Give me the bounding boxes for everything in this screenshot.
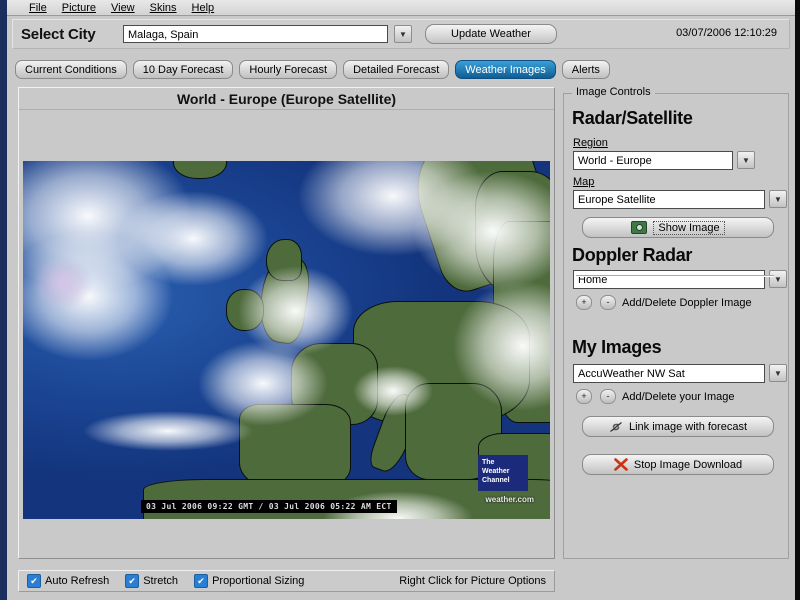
watermark-url: weather.com <box>485 495 534 504</box>
doppler-radar-select[interactable]: Home <box>573 270 765 289</box>
add-delete-my-image-label: Add/Delete your Image <box>622 391 735 403</box>
menu-item-picture-label: Picture <box>61 1 96 14</box>
menu-item-picture[interactable]: Picture <box>62 2 96 14</box>
satellite-timestamp-overlay: 03 Jul 2006 09:22 GMT / 03 Jul 2006 05:2… <box>141 500 397 513</box>
land-scotland <box>266 239 302 281</box>
menu-item-skins-label: Skins <box>149 1 177 14</box>
checkmark-icon: ✔ <box>125 574 140 588</box>
tab-current-conditions[interactable]: Current Conditions <box>15 60 127 79</box>
chevron-down-icon[interactable]: ▼ <box>769 364 787 382</box>
delete-my-image-button[interactable]: - <box>600 389 616 404</box>
right-click-hint: Right Click for Picture Options <box>399 575 546 587</box>
tab-10-day-forecast[interactable]: 10 Day Forecast <box>132 60 234 79</box>
auto-refresh-label: Auto Refresh <box>45 575 110 587</box>
tab-detailed-forecast[interactable]: Detailed Forecast <box>343 60 450 79</box>
camera-icon <box>631 221 648 234</box>
my-images-select[interactable]: AccuWeather NW Sat <box>573 364 765 383</box>
tab-weather-images[interactable]: Weather Images <box>455 60 556 79</box>
tab-strip: Current Conditions 10 Day Forecast Hourl… <box>15 60 610 79</box>
link-image-with-forecast-button[interactable]: Link image with forecast <box>582 416 774 437</box>
menu-item-file[interactable]: File <box>29 2 47 14</box>
weather-channel-logo: The Weather Channel <box>478 455 528 491</box>
weather-application-window: File Picture View Skins Help Select City… <box>0 0 800 600</box>
image-controls-group: Image Controls Radar/Satellite Region Wo… <box>563 86 789 559</box>
checkmark-icon: ✔ <box>27 574 41 588</box>
section-divider <box>576 275 774 277</box>
menu-item-help-label: Help <box>191 1 215 14</box>
chevron-down-icon[interactable]: ▼ <box>769 270 787 288</box>
city-input[interactable]: Malaga, Spain <box>123 25 388 43</box>
stop-image-download-button[interactable]: Stop Image Download <box>582 454 774 475</box>
link-icon <box>610 421 622 432</box>
map-select[interactable]: Europe Satellite <box>573 190 765 209</box>
chevron-down-icon[interactable]: ▼ <box>769 190 787 208</box>
watermark-line-1: The <box>482 459 495 466</box>
image-controls-legend: Image Controls <box>572 86 655 98</box>
watermark-line-3: Channel <box>482 477 510 484</box>
show-image-button-label: Show Image <box>653 220 725 235</box>
menu-item-skins[interactable]: Skins <box>150 2 177 14</box>
image-title: World - Europe (Europe Satellite) <box>19 88 554 110</box>
city-selection-bar: Select City Malaga, Spain ▼ Update Weath… <box>12 19 790 49</box>
stretch-checkbox[interactable]: ✔ Stretch <box>125 574 178 588</box>
land-ireland <box>226 289 264 331</box>
show-image-button[interactable]: Show Image <box>582 217 774 238</box>
stretch-label: Stretch <box>143 575 179 587</box>
add-doppler-image-button[interactable]: + <box>576 295 592 310</box>
chevron-down-icon[interactable]: ▼ <box>737 151 755 169</box>
region-label: Region <box>573 137 608 149</box>
land-iberia <box>239 404 351 488</box>
proportional-sizing-label: Proportional Sizing <box>212 575 305 587</box>
datetime-display: 03/07/2006 12:10:29 <box>676 27 777 39</box>
proportional-sizing-checkbox[interactable]: ✔ Proportional Sizing <box>194 574 304 588</box>
doppler-radar-title: Doppler Radar <box>572 245 693 265</box>
tab-alerts[interactable]: Alerts <box>561 60 610 79</box>
image-stage[interactable]: The Weather Channel weather.com 03 Jul 2… <box>20 111 553 557</box>
update-weather-button[interactable]: Update Weather <box>425 24 557 44</box>
watermark-line-2: Weather <box>482 468 510 475</box>
add-my-image-button[interactable]: + <box>576 389 592 404</box>
radar-satellite-title: Radar/Satellite <box>572 108 693 128</box>
tab-hourly-forecast[interactable]: Hourly Forecast <box>239 60 338 79</box>
chevron-down-icon[interactable]: ▼ <box>394 25 412 43</box>
checkmark-icon: ✔ <box>194 574 209 588</box>
red-x-icon <box>614 458 628 471</box>
map-label: Map <box>573 176 595 188</box>
menu-item-view[interactable]: View <box>111 2 135 14</box>
menu-item-help[interactable]: Help <box>192 2 215 14</box>
link-image-button-label: Link image with forecast <box>629 420 747 433</box>
stop-image-button-label: Stop Image Download <box>633 458 743 471</box>
menu-item-view-label: View <box>110 1 135 14</box>
menu-bar: File Picture View Skins Help <box>7 0 795 16</box>
select-city-label: Select City <box>21 26 96 43</box>
image-panel: World - Europe (Europe Satellite) The We… <box>18 87 555 559</box>
satellite-image[interactable]: The Weather Channel weather.com 03 Jul 2… <box>23 161 550 519</box>
auto-refresh-checkbox[interactable]: ✔ Auto Refresh <box>27 574 109 588</box>
delete-doppler-image-button[interactable]: - <box>600 295 616 310</box>
cloud-low-violet <box>33 256 93 311</box>
region-select[interactable]: World - Europe <box>573 151 733 170</box>
menu-item-file-label: File <box>29 1 47 14</box>
my-images-title: My Images <box>572 337 662 357</box>
add-delete-doppler-label: Add/Delete Doppler Image <box>622 297 752 309</box>
picture-status-bar: ✔ Auto Refresh ✔ Stretch ✔ Proportional … <box>18 570 555 592</box>
